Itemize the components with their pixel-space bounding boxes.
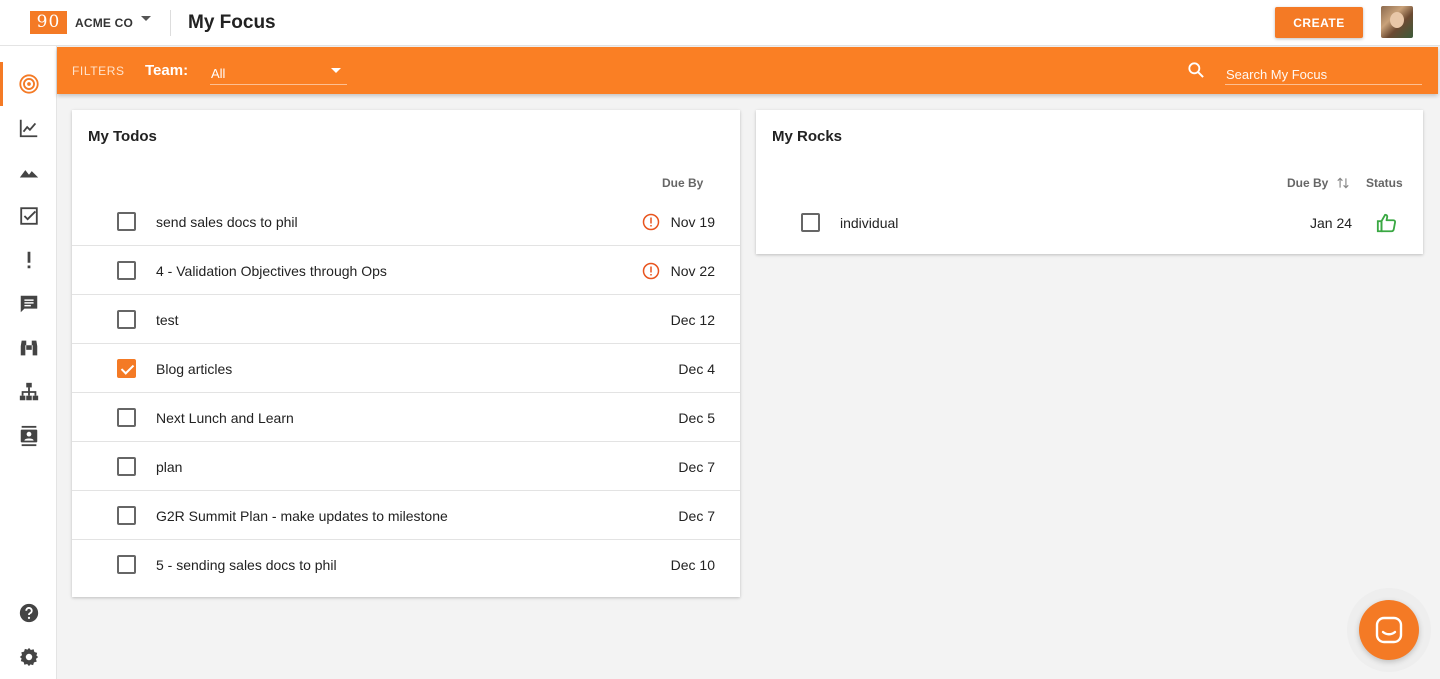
team-select[interactable]: All	[210, 61, 347, 85]
mountain-icon	[19, 170, 38, 178]
filter-bar: FILTERS Team: All	[57, 47, 1438, 94]
todos-due-header[interactable]: Due By	[662, 176, 703, 190]
todo-due-date: Nov 19	[670, 214, 715, 230]
sidebar-item-focus[interactable]	[0, 62, 57, 106]
sidebar-item-metrics[interactable]	[0, 110, 57, 146]
todo-checkbox[interactable]	[117, 555, 136, 574]
sidebar-item-todos[interactable]	[0, 198, 57, 234]
rock-due-date: Jan 24	[1310, 215, 1353, 231]
todo-due-date: Dec 5	[678, 410, 715, 426]
sidebar-item-issues[interactable]	[0, 242, 57, 278]
contact-card-icon	[20, 425, 37, 447]
overdue-alert-icon	[642, 213, 660, 231]
thumbs-up-icon[interactable]	[1376, 212, 1398, 234]
target-icon	[18, 74, 39, 94]
divider	[170, 10, 171, 36]
todo-row[interactable]: plan Dec 7	[72, 442, 740, 491]
todo-checkbox[interactable]	[117, 457, 136, 476]
rock-row[interactable]: individual Jan 24	[756, 208, 1423, 238]
chat-launcher-button[interactable]	[1359, 600, 1419, 660]
todo-row[interactable]: G2R Summit Plan - make updates to milest…	[72, 491, 740, 540]
chevron-down-icon[interactable]	[141, 16, 151, 21]
rocks-title: My Rocks	[772, 128, 843, 145]
rock-label[interactable]: individual	[840, 215, 898, 231]
rocks-due-header[interactable]: Due By	[1287, 176, 1328, 190]
filters-label: FILTERS	[72, 64, 125, 78]
org-chart-icon	[19, 382, 38, 401]
rocks-card: My Rocks Due By Status individual Jan 24	[756, 110, 1423, 254]
search-input[interactable]	[1225, 60, 1422, 85]
todo-label[interactable]: 5 - sending sales docs to phil	[156, 557, 337, 573]
todos-card: My Todos Due By send sales docs to phil …	[72, 110, 740, 597]
todo-checkbox[interactable]	[117, 212, 136, 231]
settings-button[interactable]	[0, 639, 57, 675]
team-label: Team:	[145, 62, 189, 79]
sidebar-item-rocks[interactable]	[0, 154, 57, 190]
todo-due-date: Dec 7	[678, 508, 715, 524]
exclamation-icon	[27, 251, 30, 269]
avatar[interactable]	[1381, 6, 1413, 38]
todo-label[interactable]: 4 - Validation Objectives through Ops	[156, 263, 387, 279]
checkbox-icon	[19, 207, 38, 225]
chat-icon	[1375, 616, 1403, 644]
todo-row[interactable]: Blog articles Dec 4	[72, 344, 740, 393]
todo-row[interactable]: test Dec 12	[72, 295, 740, 344]
binoculars-icon	[20, 340, 37, 356]
todo-label[interactable]: Next Lunch and Learn	[156, 410, 294, 426]
rocks-status-header: Status	[1366, 176, 1403, 190]
page-title: My Focus	[188, 12, 276, 33]
todo-row[interactable]: 5 - sending sales docs to phil Dec 10	[72, 540, 740, 589]
todo-due-date: Dec 4	[678, 361, 715, 377]
todo-checkbox-checked[interactable]	[117, 359, 136, 378]
todo-row[interactable]: 4 - Validation Objectives through Ops No…	[72, 246, 740, 295]
line-chart-icon	[19, 119, 37, 138]
rock-checkbox[interactable]	[801, 213, 820, 232]
sidebar-item-org-chart[interactable]	[0, 374, 57, 410]
help-button[interactable]	[0, 595, 57, 631]
todo-checkbox[interactable]	[117, 261, 136, 280]
todo-due-date: Dec 7	[678, 459, 715, 475]
todo-checkbox[interactable]	[117, 408, 136, 427]
app-logo[interactable]: 90	[30, 11, 67, 34]
todo-row[interactable]: Next Lunch and Learn Dec 5	[72, 393, 740, 442]
sidebar-item-people[interactable]	[0, 418, 57, 454]
settings-icon	[19, 647, 38, 667]
company-switcher[interactable]: ACME CO	[75, 16, 133, 30]
sidebar-item-headlines[interactable]	[0, 286, 57, 322]
search-icon[interactable]	[1186, 60, 1206, 80]
help-icon	[19, 603, 38, 623]
todo-label[interactable]: Blog articles	[156, 361, 232, 377]
todo-label[interactable]: plan	[156, 459, 182, 475]
sort-icon[interactable]	[1336, 176, 1350, 190]
team-select-value: All	[211, 66, 226, 81]
todo-due-date: Dec 10	[670, 557, 715, 573]
todo-row[interactable]: send sales docs to phil Nov 19	[72, 197, 740, 246]
todo-due-date: Nov 22	[670, 263, 715, 279]
todo-label[interactable]: G2R Summit Plan - make updates to milest…	[156, 508, 448, 524]
todo-due-date: Dec 12	[670, 312, 715, 328]
message-icon	[20, 295, 37, 313]
todo-checkbox[interactable]	[117, 506, 136, 525]
top-bar: 90 ACME CO My Focus CREATE	[0, 0, 1440, 46]
sidebar-item-vision[interactable]	[0, 330, 57, 366]
todo-checkbox[interactable]	[117, 310, 136, 329]
todo-label[interactable]: send sales docs to phil	[156, 214, 298, 230]
todo-label[interactable]: test	[156, 312, 179, 328]
sidebar	[0, 46, 57, 679]
todos-title: My Todos	[88, 128, 157, 145]
overdue-alert-icon	[642, 262, 660, 280]
create-button[interactable]: CREATE	[1275, 7, 1363, 38]
chevron-down-icon	[331, 68, 341, 73]
